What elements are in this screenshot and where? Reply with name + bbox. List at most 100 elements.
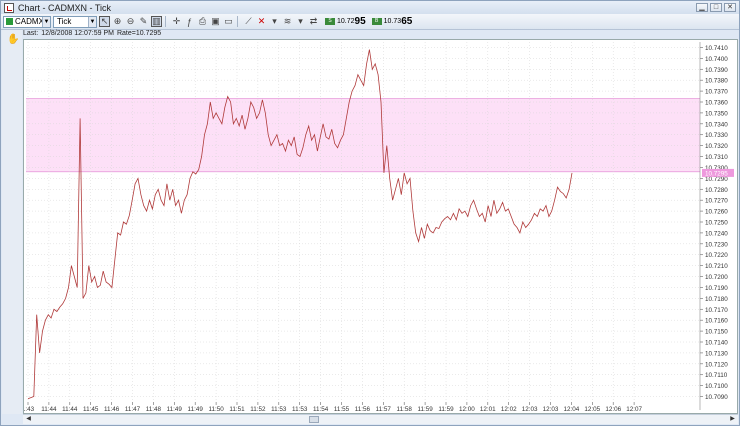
y-tick-label: 10.7190	[705, 285, 728, 292]
window-button[interactable]: ▭	[223, 16, 234, 27]
buy-quote[interactable]: B 10.73 65	[371, 16, 412, 27]
y-tick-label: 10.7350	[705, 110, 728, 117]
crosshair-button[interactable]: ✛	[171, 16, 182, 27]
x-tick-label: 12:04	[564, 406, 580, 413]
x-tick-label: 11:54	[313, 406, 329, 413]
delete-dropdown[interactable]: ▾	[269, 16, 280, 27]
minimize-button[interactable]: ▁	[696, 3, 708, 12]
toolbar-separator	[237, 16, 238, 27]
bid-big-digits: 95	[354, 16, 366, 27]
y-tick-label: 10.7400	[705, 56, 728, 63]
title-bar[interactable]: Chart - CADMXN - Tick ▁ □ ✕	[1, 1, 739, 14]
x-tick-label: 12:05	[584, 406, 600, 413]
x-tick-label: 11:53	[271, 406, 287, 413]
y-tick-label: 10.7360	[705, 100, 728, 107]
bar-chart-icon: ▥	[152, 16, 161, 26]
y-tick-label: 10.7340	[705, 121, 728, 128]
y-tick-label: 10.7180	[705, 296, 728, 303]
timeframe-select[interactable]: Tick ▼	[53, 15, 97, 28]
symbol-select[interactable]: CADMXN ▼	[3, 15, 51, 28]
scrollbar-thumb[interactable]	[309, 416, 319, 423]
zoom-in-button[interactable]: ⊕	[112, 16, 123, 27]
print-button[interactable]: ⎙	[197, 16, 208, 27]
bar-chart-button[interactable]: ▥	[151, 16, 162, 27]
chevron-down-icon: ▼	[88, 16, 96, 27]
y-tick-label: 10.7320	[705, 143, 728, 150]
x-tick-label: 12:00	[459, 406, 475, 413]
trendline-button[interactable]: ⟋	[243, 16, 254, 27]
x-tick-label: 11:50	[208, 406, 224, 413]
properties-dropdown[interactable]: ▾	[295, 16, 306, 27]
window-icon: ▭	[224, 16, 233, 26]
indicator-button[interactable]: ƒ	[184, 16, 195, 27]
print-icon: ⎙	[198, 16, 207, 26]
y-tick-label: 10.7410	[705, 45, 728, 52]
scroll-left-icon[interactable]: ◀	[24, 416, 33, 423]
x-tick-label: 11:56	[355, 406, 371, 413]
x-tick-label: 12:06	[605, 406, 621, 413]
horizontal-scrollbar[interactable]: ◀ ▶	[23, 414, 738, 424]
y-tick-label: 10.7220	[705, 252, 728, 259]
maximize-button[interactable]: □	[710, 3, 722, 12]
x-tick-label: 11:55	[334, 406, 350, 413]
chart-app-icon	[4, 2, 14, 13]
y-tick-label: 10.7210	[705, 263, 728, 270]
delete-button[interactable]: ✕	[256, 16, 267, 27]
scroll-right-icon[interactable]: ▶	[728, 416, 737, 423]
y-tick-label: 10.7120	[705, 361, 728, 368]
chart-info-line: Last: 12/8/2008 12:07:59 PM Rate=10.7295	[23, 30, 161, 39]
cursor-icon: ↖	[100, 16, 109, 26]
y-tick-label: 10.7330	[705, 132, 728, 139]
price-chart-svg: 10.7410 10.7400 10.7390 10.7380 10.7370 10.73…	[22, 42, 734, 413]
x-tick-label: 11:53	[292, 406, 308, 413]
y-tick-label: 10.7270	[705, 198, 728, 205]
minimize-icon: ▁	[699, 4, 705, 11]
y-tick-label: 10.7140	[705, 340, 728, 347]
buy-icon: B	[371, 18, 382, 25]
chevron-down-icon: ▾	[272, 16, 277, 26]
x-tick-label: 11:59	[417, 406, 433, 413]
properties-button[interactable]: ≋	[282, 16, 293, 27]
trade-button[interactable]: ⇄	[308, 16, 319, 27]
x-tick-label: 11:57	[376, 406, 392, 413]
price-chart[interactable]: 10.7410 10.7400 10.7390 10.7380 10.7370 10.73…	[22, 39, 738, 414]
y-tick-label: 10.7370	[705, 89, 728, 96]
chevron-down-icon: ▾	[298, 16, 303, 26]
y-tick-label: 10.7380	[705, 78, 728, 85]
x-tick-label: 12:03	[543, 406, 559, 413]
save-button[interactable]: ▣	[210, 16, 221, 27]
chart-window: Chart - CADMXN - Tick ▁ □ ✕ CADMXN ▼ Tic…	[0, 0, 740, 426]
x-tick-label: 11:59	[438, 406, 454, 413]
chevron-down-icon: ▼	[42, 16, 50, 27]
y-tick-label: 10.7310	[705, 154, 728, 161]
zoom-in-icon: ⊕	[113, 16, 122, 26]
x-tick-label: 11:48	[146, 406, 162, 413]
chart-left-strip: ✋	[2, 30, 22, 414]
x-tick-label: 12:02	[501, 406, 517, 413]
x-tick-label: 11:44	[62, 406, 78, 413]
x-tick-label: 11:58	[397, 406, 413, 413]
last-datetime: 12/8/2008 12:07:59 PM	[41, 30, 114, 37]
close-button[interactable]: ✕	[724, 3, 736, 12]
function-icon: ƒ	[186, 16, 192, 27]
trade-icon: ⇄	[309, 16, 318, 26]
properties-icon: ≋	[283, 16, 292, 26]
x-tick-label: 12:07	[626, 406, 642, 413]
price-band	[26, 98, 700, 172]
x-tick-label: 11:52	[250, 406, 266, 413]
x-tick-label: 12:03	[522, 406, 538, 413]
y-tick-label: 10.7170	[705, 307, 728, 314]
close-icon: ✕	[727, 4, 733, 11]
window-title: Chart - CADMXN - Tick	[18, 2, 112, 13]
y-tick-label: 10.7100	[705, 383, 728, 390]
y-tick-label: 10.7230	[705, 241, 728, 248]
sell-quote[interactable]: S 10.72 95	[325, 16, 366, 27]
pencil-button[interactable]: ✎	[138, 16, 149, 27]
y-tick-label: 10.7150	[705, 329, 728, 336]
y-tick-label: 10.7130	[705, 350, 728, 357]
zoom-out-button[interactable]: ⊖	[125, 16, 136, 27]
cursor-tool-button[interactable]: ↖	[99, 16, 110, 27]
palette-icon[interactable]: ✋	[7, 34, 19, 45]
save-icon: ▣	[211, 16, 220, 26]
rate-label: Rate=10.7295	[116, 30, 162, 37]
